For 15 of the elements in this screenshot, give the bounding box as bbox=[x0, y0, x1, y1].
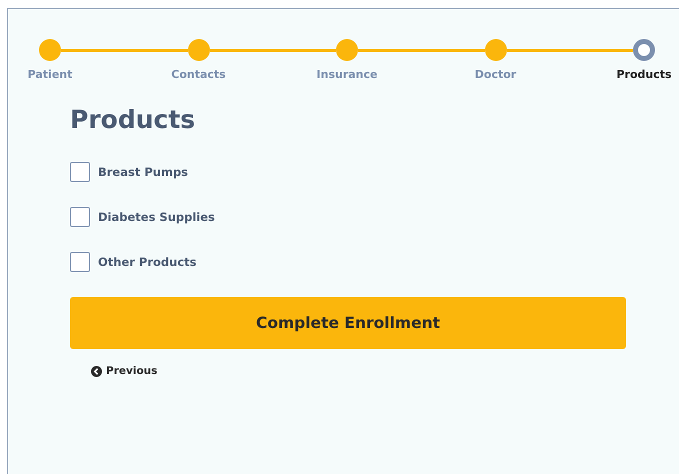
complete-enrollment-button[interactable]: Complete Enrollment bbox=[70, 297, 626, 349]
step-label: Contacts bbox=[171, 68, 226, 81]
step-label: Products bbox=[616, 68, 672, 81]
checkbox[interactable] bbox=[70, 252, 90, 272]
page-title: Products bbox=[70, 104, 196, 136]
checkbox[interactable] bbox=[70, 207, 90, 227]
step-label: Doctor bbox=[474, 68, 516, 81]
previous-link[interactable]: Previous bbox=[91, 365, 158, 377]
checkbox-label: Diabetes Supplies bbox=[98, 210, 215, 224]
chevron-left-icon bbox=[91, 366, 102, 376]
step-label: Insurance bbox=[316, 68, 378, 81]
checkbox[interactable] bbox=[70, 162, 90, 182]
checkbox-label: Breast Pumps bbox=[98, 165, 188, 179]
checkbox-label: Other Products bbox=[98, 255, 197, 269]
step-label: Patient bbox=[28, 68, 72, 81]
